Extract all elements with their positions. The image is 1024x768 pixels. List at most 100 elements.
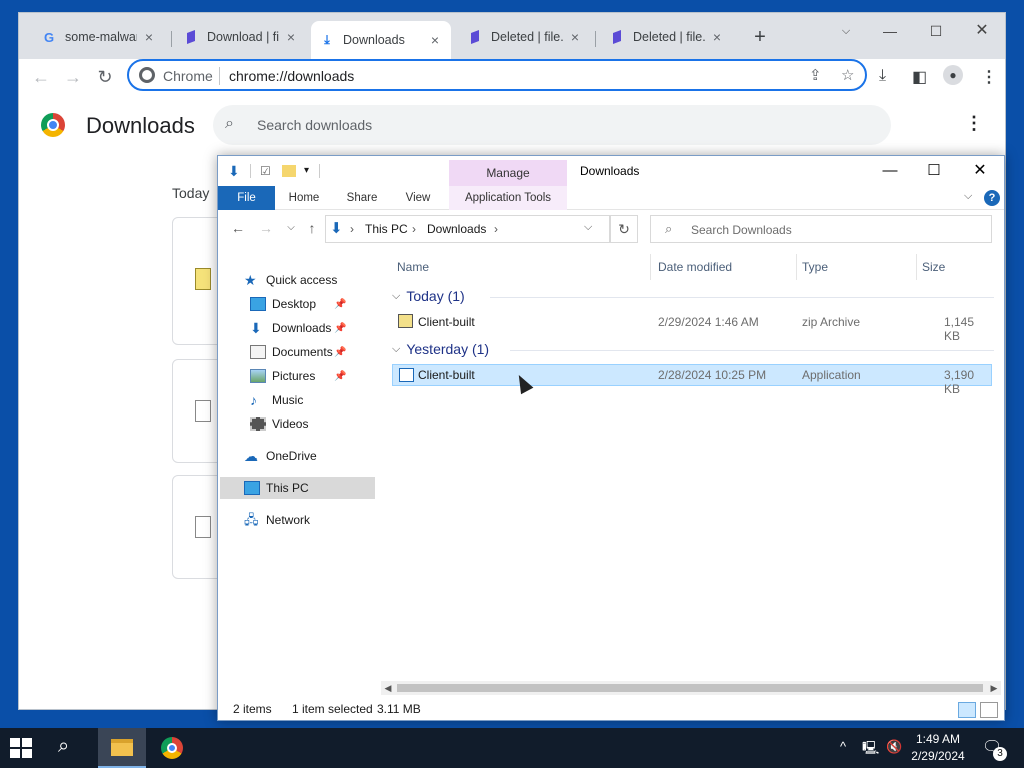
close-icon[interactable]: × <box>567 29 583 45</box>
nav-item-quick-access[interactable]: ★ Quick access <box>244 269 374 291</box>
selection-count: 1 item selected <box>292 702 373 716</box>
address-history-chevron-icon[interactable]: ⌵ <box>584 221 592 234</box>
refresh-button[interactable]: ↻ <box>610 215 638 243</box>
window-title: Downloads <box>580 164 640 178</box>
nav-item-network[interactable]: 🖧 Network <box>244 509 374 531</box>
menu-kebab-icon[interactable]: ⋮ <box>981 67 997 87</box>
up-button[interactable]: ↑ <box>302 220 322 236</box>
column-header-size[interactable]: Size <box>922 260 945 274</box>
group-divider <box>490 297 994 298</box>
file-list: Name Date modified Type Size ⌵ Today (1)… <box>386 252 1000 682</box>
maximize-button[interactable]: ☐ <box>921 19 951 43</box>
new-tab-button[interactable]: + <box>749 26 771 49</box>
tab-deleted-file-io[interactable]: Deleted | file.io × <box>459 23 591 51</box>
tab-downloads[interactable]: ⤓ Downloads × <box>311 21 451 59</box>
manage-tab[interactable]: Manage <box>449 160 567 186</box>
close-icon[interactable]: × <box>427 32 443 48</box>
nav-item-desktop[interactable]: Desktop 📌 <box>250 293 374 315</box>
nav-item-downloads[interactable]: ⬇ Downloads 📌 <box>250 317 374 339</box>
back-button[interactable]: ← <box>27 63 55 91</box>
ribbon-tab-view[interactable]: View <box>394 186 442 210</box>
search-icon[interactable]: ⌕ <box>58 735 69 758</box>
details-view-icon[interactable] <box>958 702 976 718</box>
nav-item-label: This PC <box>266 481 309 495</box>
forward-button[interactable]: → <box>256 220 276 236</box>
breadcrumb-this-pc[interactable]: This PC <box>365 222 408 236</box>
close-window-button[interactable]: ✕ <box>960 158 1000 184</box>
side-panel-icon[interactable]: ◧ <box>912 67 927 87</box>
nav-item-label: OneDrive <box>266 449 317 463</box>
breadcrumb-chevron-icon[interactable]: › <box>350 222 354 236</box>
file-row[interactable]: Client-built 2/29/2024 1:46 AM zip Archi… <box>392 311 992 343</box>
help-icon[interactable]: ? <box>984 190 1000 206</box>
tab-some-malware[interactable]: G some-malware × <box>33 23 165 51</box>
scroll-left-icon[interactable]: ◀ <box>381 681 395 695</box>
share-icon[interactable]: ⇪ <box>809 66 822 84</box>
maximize-button[interactable]: ☐ <box>914 158 954 184</box>
nav-item-this-pc[interactable]: This PC <box>220 477 375 499</box>
volume-muted-icon[interactable]: 🔇 <box>886 739 902 755</box>
download-icon: ⤓ <box>324 32 330 47</box>
minimize-button[interactable]: — <box>875 19 905 43</box>
page-title: Downloads <box>86 113 195 138</box>
column-header-name[interactable]: Name <box>397 260 429 274</box>
back-button[interactable]: ← <box>228 220 248 236</box>
nav-item-videos[interactable]: Videos <box>250 413 374 435</box>
search-icon: ⌕ <box>225 115 234 132</box>
breadcrumb-downloads[interactable]: Downloads <box>427 222 486 236</box>
cloud-icon: ☁ <box>244 448 258 464</box>
address-bar[interactable]: Chrome chrome://downloads ⇪ ☆ <box>127 59 867 91</box>
scroll-right-icon[interactable]: ▶ <box>987 681 1001 695</box>
collapse-chevron-icon[interactable]: ⌵ <box>392 290 400 303</box>
bookmark-star-icon[interactable]: ☆ <box>841 66 854 84</box>
show-hidden-icons-chevron-icon[interactable]: ^ <box>840 739 846 754</box>
tab-search-chevron-icon[interactable]: ⌵ <box>831 19 861 43</box>
explorer-address-bar[interactable]: ⬇ › This PC › Downloads › ⌵ <box>325 215 610 243</box>
column-header-date-modified[interactable]: Date modified <box>658 260 732 274</box>
horizontal-scrollbar[interactable]: ◀ ▶ <box>381 681 1001 695</box>
taskbar-file-explorer[interactable] <box>98 728 146 768</box>
forward-button[interactable]: → <box>59 63 87 91</box>
profile-avatar-icon[interactable]: ● <box>943 65 963 85</box>
collapse-chevron-icon[interactable]: ⌵ <box>392 343 400 356</box>
tab-download-file-io[interactable]: Download | file × <box>175 23 307 51</box>
minimize-button[interactable]: — <box>870 158 910 184</box>
downloads-search-input[interactable]: ⌕ Search downloads <box>213 105 891 145</box>
ribbon-tab-home[interactable]: Home <box>280 186 328 210</box>
nav-item-onedrive[interactable]: ☁ OneDrive <box>244 445 374 467</box>
more-actions-icon[interactable]: ⋮ <box>965 113 983 134</box>
downloads-toolbar-icon[interactable]: ⤓ <box>879 67 886 85</box>
scrollbar-thumb[interactable] <box>397 684 983 692</box>
music-icon: ♪ <box>250 392 257 408</box>
explorer-search-input[interactable]: ⌕ Search Downloads <box>650 215 992 243</box>
tab-deleted-file-io-2[interactable]: Deleted | file.io × <box>601 23 733 51</box>
group-header-yesterday[interactable]: ⌵ Yesterday (1) <box>392 341 489 357</box>
ribbon-tab-application-tools[interactable]: Application Tools <box>449 186 567 210</box>
column-header-type[interactable]: Type <box>802 260 828 274</box>
close-window-button[interactable]: ✕ <box>967 19 997 43</box>
reload-button[interactable]: ↻ <box>91 63 119 91</box>
file-row[interactable]: Client-built 2/28/2024 10:25 PM Applicat… <box>392 364 992 396</box>
close-icon[interactable]: × <box>141 29 157 45</box>
ribbon-tab-share[interactable]: Share <box>338 186 386 210</box>
network-status-icon[interactable]: 🖳 <box>862 739 879 761</box>
breadcrumb-chevron-icon[interactable]: › <box>494 222 498 236</box>
customize-qa-chevron-icon[interactable]: ▾ <box>304 165 309 176</box>
start-button[interactable] <box>10 738 32 758</box>
close-icon[interactable]: × <box>283 29 299 45</box>
ribbon-tab-file[interactable]: File <box>218 186 275 210</box>
taskbar-chrome[interactable] <box>148 728 196 768</box>
omnibox-url[interactable]: chrome://downloads <box>229 68 354 84</box>
nav-item-pictures[interactable]: Pictures 📌 <box>250 365 374 387</box>
close-icon[interactable]: × <box>709 29 725 45</box>
large-icons-view-icon[interactable] <box>980 702 998 718</box>
new-folder-icon[interactable] <box>282 165 296 177</box>
recent-locations-chevron-icon[interactable]: ⌵ <box>281 222 301 233</box>
properties-icon[interactable]: ☑ <box>260 164 271 178</box>
expand-ribbon-chevron-icon[interactable]: ⌵ <box>964 190 972 203</box>
breadcrumb-chevron-icon[interactable]: › <box>412 222 416 236</box>
nav-item-music[interactable]: ♪ Music <box>250 389 374 411</box>
system-clock[interactable]: 1:49 AM 2/29/2024 <box>906 731 970 765</box>
nav-item-documents[interactable]: Documents 📌 <box>250 341 374 363</box>
group-header-today[interactable]: ⌵ Today (1) <box>392 288 465 304</box>
